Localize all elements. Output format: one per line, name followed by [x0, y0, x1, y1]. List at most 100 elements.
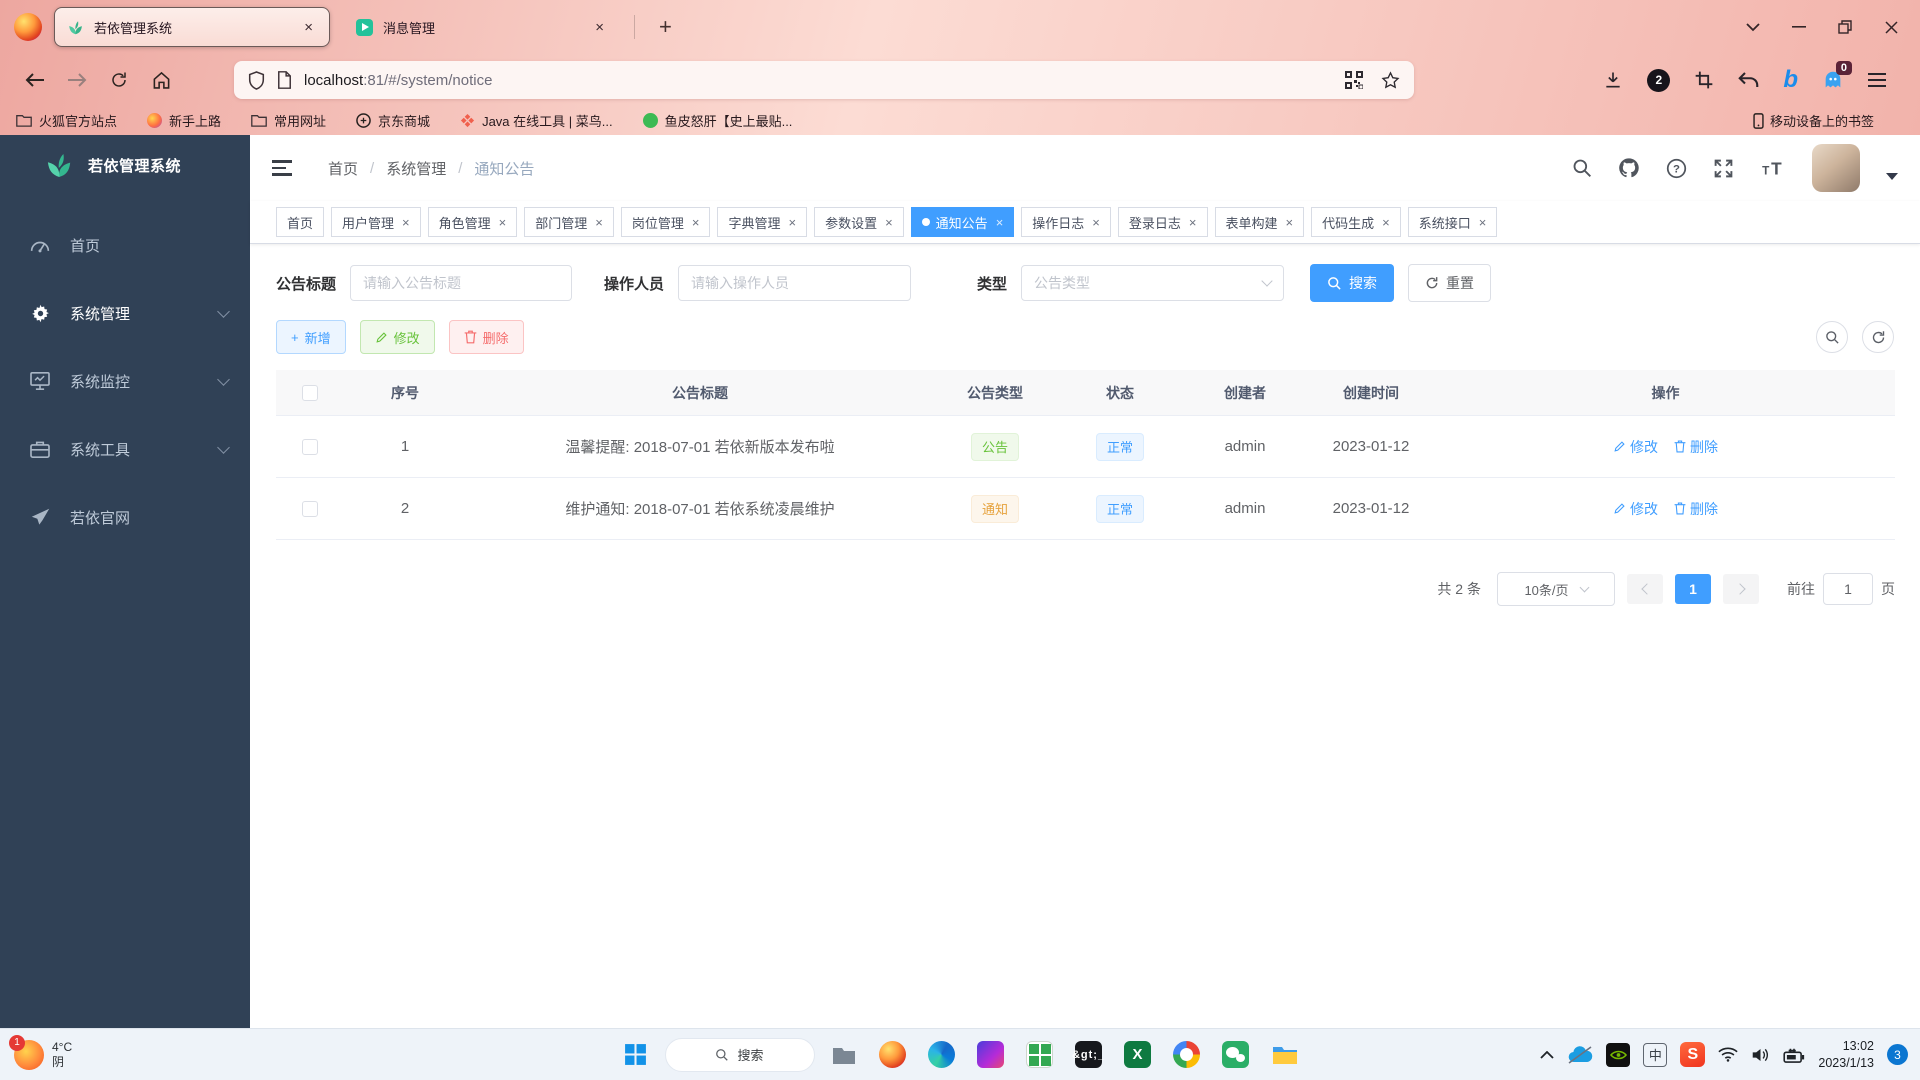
close-icon[interactable]: ×: [1286, 215, 1294, 230]
tag-dict[interactable]: 字典管理×: [717, 207, 807, 237]
tag-role[interactable]: 角色管理×: [428, 207, 518, 237]
close-icon[interactable]: ×: [499, 215, 507, 230]
breadcrumb-home[interactable]: 首页: [328, 158, 358, 179]
qr-code-icon[interactable]: [1345, 71, 1363, 89]
row-delete-link[interactable]: 删除: [1674, 499, 1718, 519]
close-icon[interactable]: ×: [996, 215, 1004, 230]
taskbar-app-window-icon[interactable]: [824, 1035, 864, 1075]
bookmark-star-icon[interactable]: [1381, 71, 1400, 90]
taskbar-clock[interactable]: 13:022023/1/13: [1818, 1038, 1874, 1072]
browser-tab-active[interactable]: 若依管理系统 ×: [54, 7, 330, 47]
select-all-checkbox[interactable]: [302, 385, 318, 401]
user-avatar[interactable]: [1812, 144, 1860, 192]
taskbar-firefox-icon[interactable]: [873, 1035, 913, 1075]
tag-config[interactable]: 参数设置×: [814, 207, 904, 237]
home-button[interactable]: [144, 63, 178, 97]
taskbar-wechat-icon[interactable]: [1216, 1035, 1256, 1075]
ime-indicator[interactable]: 中: [1643, 1043, 1667, 1067]
tray-expand-icon[interactable]: [1540, 1051, 1554, 1059]
new-tab-button[interactable]: +: [659, 16, 672, 38]
row-checkbox[interactable]: [302, 501, 318, 517]
avatar-caret-icon[interactable]: [1886, 173, 1898, 180]
sidebar-item-monitor[interactable]: 系统监控: [0, 347, 250, 415]
bookmark-item[interactable]: 常用网址: [251, 111, 326, 130]
row-delete-link[interactable]: 删除: [1674, 437, 1718, 457]
start-button[interactable]: [616, 1035, 656, 1075]
taskbar-green-app-icon[interactable]: [1020, 1035, 1060, 1075]
operator-input[interactable]: [678, 265, 911, 301]
header-search-icon[interactable]: [1572, 158, 1592, 178]
tag-user[interactable]: 用户管理×: [331, 207, 421, 237]
notification-badge[interactable]: 3: [1887, 1044, 1908, 1065]
tag-dept[interactable]: 部门管理×: [524, 207, 614, 237]
bookmark-item[interactable]: Java 在线工具 | 菜鸟...: [460, 111, 613, 130]
page-info-icon[interactable]: [277, 71, 292, 89]
taskbar-edge-icon[interactable]: [922, 1035, 962, 1075]
sidebar-logo[interactable]: 若依管理系统: [0, 135, 250, 195]
firefox-logo-icon[interactable]: [14, 13, 42, 41]
tab-close-icon[interactable]: ×: [300, 19, 317, 36]
taskbar-ide-icon[interactable]: [971, 1035, 1011, 1075]
row-edit-link[interactable]: 修改: [1613, 437, 1658, 457]
browser-tab-inactive[interactable]: 消息管理 ×: [344, 7, 620, 47]
close-window-button[interactable]: [1868, 0, 1914, 54]
minimize-button[interactable]: [1776, 0, 1822, 54]
url-bar[interactable]: localhost:81/#/system/notice: [234, 61, 1414, 99]
goto-page-input[interactable]: [1823, 573, 1873, 605]
tab-list-dropdown-icon[interactable]: [1730, 0, 1776, 54]
extension-ghost-icon[interactable]: 0: [1822, 69, 1844, 91]
shield-icon[interactable]: [248, 71, 265, 90]
bookmark-item[interactable]: 京东商城: [356, 111, 430, 130]
battery-icon[interactable]: [1783, 1047, 1805, 1063]
prev-page-button[interactable]: [1627, 574, 1663, 604]
tag-logininfor[interactable]: 登录日志×: [1118, 207, 1208, 237]
mobile-bookmarks[interactable]: 移动设备上的书签: [1753, 111, 1874, 130]
back-button[interactable]: [18, 63, 52, 97]
reload-button[interactable]: [102, 63, 136, 97]
tab-close-icon[interactable]: ×: [591, 19, 608, 36]
help-icon[interactable]: ?: [1666, 158, 1687, 179]
close-icon[interactable]: ×: [692, 215, 700, 230]
notice-type-select[interactable]: 公告类型: [1021, 265, 1284, 301]
bing-icon[interactable]: b: [1783, 68, 1798, 92]
forward-button[interactable]: [60, 63, 94, 97]
restore-button[interactable]: [1822, 0, 1868, 54]
screenshot-crop-icon[interactable]: [1694, 70, 1714, 90]
tag-build[interactable]: 表单构建×: [1215, 207, 1305, 237]
taskbar-search[interactable]: 搜索: [665, 1038, 815, 1072]
taskbar-browser360-icon[interactable]: [1167, 1035, 1207, 1075]
row-checkbox[interactable]: [302, 439, 318, 455]
sidebar-item-system[interactable]: 系统管理: [0, 279, 250, 347]
font-size-icon[interactable]: TT: [1760, 158, 1786, 178]
fullscreen-icon[interactable]: [1713, 158, 1734, 179]
delete-button[interactable]: 删除: [449, 320, 524, 354]
reset-button[interactable]: 重置: [1408, 264, 1491, 302]
close-icon[interactable]: ×: [1189, 215, 1197, 230]
tag-post[interactable]: 岗位管理×: [621, 207, 711, 237]
page-size-select[interactable]: 10条/页: [1497, 572, 1615, 606]
taskbar-explorer-icon[interactable]: [1265, 1035, 1305, 1075]
close-icon[interactable]: ×: [595, 215, 603, 230]
sidebar-collapse-icon[interactable]: [272, 160, 292, 175]
add-button[interactable]: +新增: [276, 320, 346, 354]
github-icon[interactable]: [1618, 157, 1640, 179]
menu-hamburger-icon[interactable]: [1868, 73, 1886, 87]
bookmark-item[interactable]: 鱼皮怒肝【史上最贴...: [643, 111, 793, 130]
sidebar-item-website[interactable]: 若依官网: [0, 483, 250, 551]
breadcrumb-system[interactable]: 系统管理: [386, 158, 446, 179]
sogou-icon[interactable]: S: [1680, 1042, 1705, 1067]
bookmark-item[interactable]: 新手上路: [147, 111, 221, 130]
wifi-icon[interactable]: [1718, 1047, 1738, 1062]
tag-home[interactable]: 首页: [276, 207, 324, 237]
volume-icon[interactable]: [1751, 1047, 1770, 1063]
close-icon[interactable]: ×: [402, 215, 410, 230]
current-page[interactable]: 1: [1675, 574, 1711, 604]
onedrive-icon[interactable]: [1567, 1046, 1593, 1064]
bookmark-item[interactable]: 火狐官方站点: [16, 111, 117, 130]
tag-notice-active[interactable]: 通知公告×: [911, 207, 1015, 237]
taskbar-excel-icon[interactable]: X: [1118, 1035, 1158, 1075]
search-button[interactable]: 搜索: [1310, 264, 1394, 302]
downloads-icon[interactable]: [1603, 70, 1623, 90]
tag-swagger[interactable]: 系统接口×: [1408, 207, 1498, 237]
close-icon[interactable]: ×: [1382, 215, 1390, 230]
